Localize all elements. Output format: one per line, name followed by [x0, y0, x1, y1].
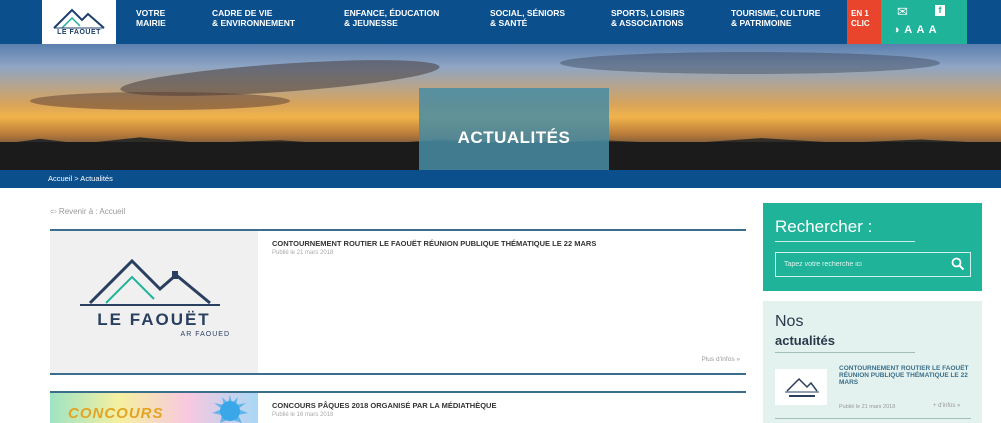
nav-label-line1: SOCIAL, SÉNIORS [490, 8, 566, 18]
article-title[interactable]: CONTOURNEMENT ROUTIER LE FAOUËT RÉUNION … [272, 239, 732, 248]
banner-title-box: ACTUALITÉS [419, 88, 609, 170]
breadcrumb-bar: Accueil > Actualités [0, 170, 1001, 188]
nav-cadre-de-vie[interactable]: CADRE DE VIE & ENVIRONNEMENT [212, 8, 295, 28]
news-item-more-link[interactable]: + d'infos » [933, 403, 960, 409]
search-field[interactable] [775, 252, 971, 277]
mail-icon[interactable]: ✉ [897, 4, 908, 20]
search-panel: Rechercher : [763, 203, 982, 291]
nav-label-line2: MAIRIE [136, 18, 166, 28]
logo-text: LE FAOUËT [57, 29, 101, 36]
nav-tourisme-culture[interactable]: TOURISME, CULTURE & PATRIMOINE [731, 8, 820, 28]
logo-mountain-icon [53, 8, 105, 29]
news-thumbnail[interactable] [775, 369, 827, 405]
nav-label-line2: & PATRIMOINE [731, 18, 792, 28]
nav-label-line2: & ENVIRONNEMENT [212, 18, 296, 28]
nav-label-line1: VOTRE [136, 8, 166, 18]
news-panel: Nos actualités CONTOURNEMENT ROUTIER LE … [763, 301, 982, 423]
news-item-title[interactable]: CONTOURNEMENT ROUTIER LE FAOUËT RÉUNION … [839, 365, 977, 386]
en-un-clic-line1: EN 1 [851, 9, 869, 18]
nav-votre-mairie[interactable]: VOTRE MAIRIE [136, 8, 166, 28]
article-title[interactable]: CONCOURS PÂQUES 2018 ORGANISÉ PAR LA MÉD… [272, 401, 732, 410]
article-card[interactable]: LE FAOUËT AR FAOUED CONTOURNEMENT ROUTIE… [50, 229, 746, 375]
article-date: Publié le 16 mars 2018 [272, 412, 334, 418]
card-divider [50, 373, 746, 375]
en-un-clic-line2: CLIC [851, 19, 870, 28]
accessibility-controls[interactable]: ◑ A A A [893, 24, 938, 36]
more-info-link[interactable]: Plus d'infos » [702, 356, 740, 363]
page-title: ACTUALITÉS [457, 128, 571, 147]
nav-label-line1: SPORTS, LOISIRS [611, 8, 685, 18]
news-title-underline [775, 352, 915, 353]
nav-label-line1: TOURISME, CULTURE [731, 8, 821, 18]
nav-label-line2: & ASSOCIATIONS [611, 18, 684, 28]
news-title-line2: actualités [775, 333, 835, 348]
back-to-home-link[interactable]: ⇦ Revenir à : Accueil [50, 207, 125, 216]
news-divider [775, 418, 971, 419]
banner-cloud [30, 92, 290, 110]
search-icon[interactable] [951, 257, 965, 271]
article-card[interactable]: CONCOURS CONCOURS PÂQUES 2018 ORGANISÉ P… [50, 391, 746, 423]
image-subtitle: AR FAOUED [180, 331, 230, 338]
search-title: Rechercher : [775, 217, 873, 236]
en-un-clic-button[interactable]: EN 1 CLIC [847, 0, 881, 44]
news-title-line1: Nos [775, 313, 804, 330]
nav-label-line1: ENFANCE, ÉDUCATION [344, 8, 440, 18]
nav-label-line2: & SANTÉ [490, 18, 528, 28]
nav-sports-loisirs[interactable]: SPORTS, LOISIRS & ASSOCIATIONS [611, 8, 685, 28]
article-image[interactable]: CONCOURS [50, 393, 258, 423]
hero-banner: ACTUALITÉS [0, 44, 1001, 170]
nav-enfance-education[interactable]: ENFANCE, ÉDUCATION & JEUNESSE [344, 8, 439, 28]
search-title-underline [775, 241, 915, 242]
faouet-logo-icon [785, 377, 819, 397]
splash-icon [212, 395, 248, 423]
article-date: Publié le 21 mars 2018 [272, 250, 334, 256]
site-logo[interactable]: LE FAOUËT [42, 0, 116, 44]
search-input[interactable] [776, 253, 946, 276]
nav-label-line1: CADRE DE VIE [212, 8, 273, 18]
image-title: LE FAOUËT [97, 310, 211, 329]
faouet-logo-icon [80, 258, 220, 306]
banner-cloud [560, 52, 940, 74]
image-title: CONCOURS [68, 405, 164, 422]
nav-label-line2: & JEUNESSE [344, 18, 398, 28]
breadcrumb[interactable]: Accueil > Actualités [48, 174, 113, 183]
facebook-icon[interactable]: f [935, 5, 945, 16]
news-item-date: Publié le 21 mars 2018 [839, 404, 896, 410]
article-image[interactable]: LE FAOUËT AR FAOUED [50, 231, 258, 373]
nav-social-seniors[interactable]: SOCIAL, SÉNIORS & SANTÉ [490, 8, 565, 28]
top-navigation-bar: LE FAOUËT VOTRE MAIRIE CADRE DE VIE & EN… [0, 0, 1001, 44]
tools-panel: ✉ f ◑ A A A [881, 0, 967, 44]
